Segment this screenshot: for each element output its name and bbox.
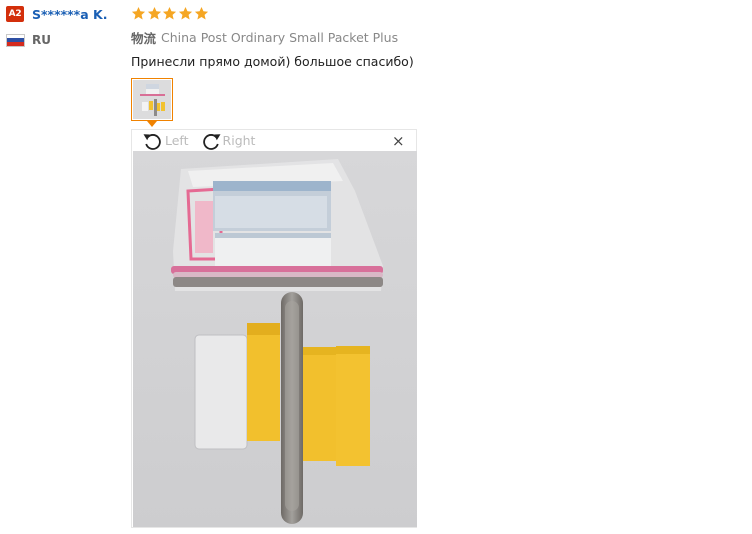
rotate-left-button[interactable]: Left: [142, 131, 189, 151]
star-icon: [147, 6, 162, 21]
buyer-info: A2 S******a K. RU: [6, 5, 126, 49]
buyer-name: S******a K.: [32, 6, 108, 22]
star-icon: [194, 6, 209, 21]
shipping-method: China Post Ordinary Small Packet Plus: [161, 29, 399, 45]
shipping-info: 物流 China Post Ordinary Small Packet Plus: [131, 28, 731, 46]
star-icon: [178, 6, 193, 21]
star-rating: [131, 3, 731, 23]
russia-flag-icon: [6, 33, 25, 47]
star-icon: [162, 6, 177, 21]
rotate-left-icon: [142, 131, 164, 151]
rotate-right-icon: [200, 131, 222, 151]
viewer-toolbar: Left Right ×: [132, 130, 416, 151]
review-photo-thumbnail[interactable]: [131, 78, 173, 121]
rotate-left-label: Left: [165, 133, 189, 148]
close-viewer-button[interactable]: ×: [392, 134, 405, 149]
shipping-label: 物流: [131, 30, 157, 46]
buyer-level-badge: A2: [6, 6, 24, 22]
review-comment: Принесли прямо домой) большое спасибо): [131, 53, 414, 69]
country-row: RU: [6, 31, 126, 49]
buyer-row: A2 S******a K.: [6, 5, 126, 23]
photo-viewer: Left Right ×: [131, 129, 417, 528]
review-photo: [133, 151, 417, 527]
thumbnail-pointer: [147, 121, 157, 127]
thumbnail-image: [133, 80, 171, 119]
rotate-right-button[interactable]: Right: [200, 131, 256, 151]
rotate-right-label: Right: [222, 133, 256, 148]
feedback-content: 物流 China Post Ordinary Small Packet Plus…: [131, 3, 731, 70]
buyer-country: RU: [32, 33, 51, 47]
star-icon: [131, 6, 146, 21]
